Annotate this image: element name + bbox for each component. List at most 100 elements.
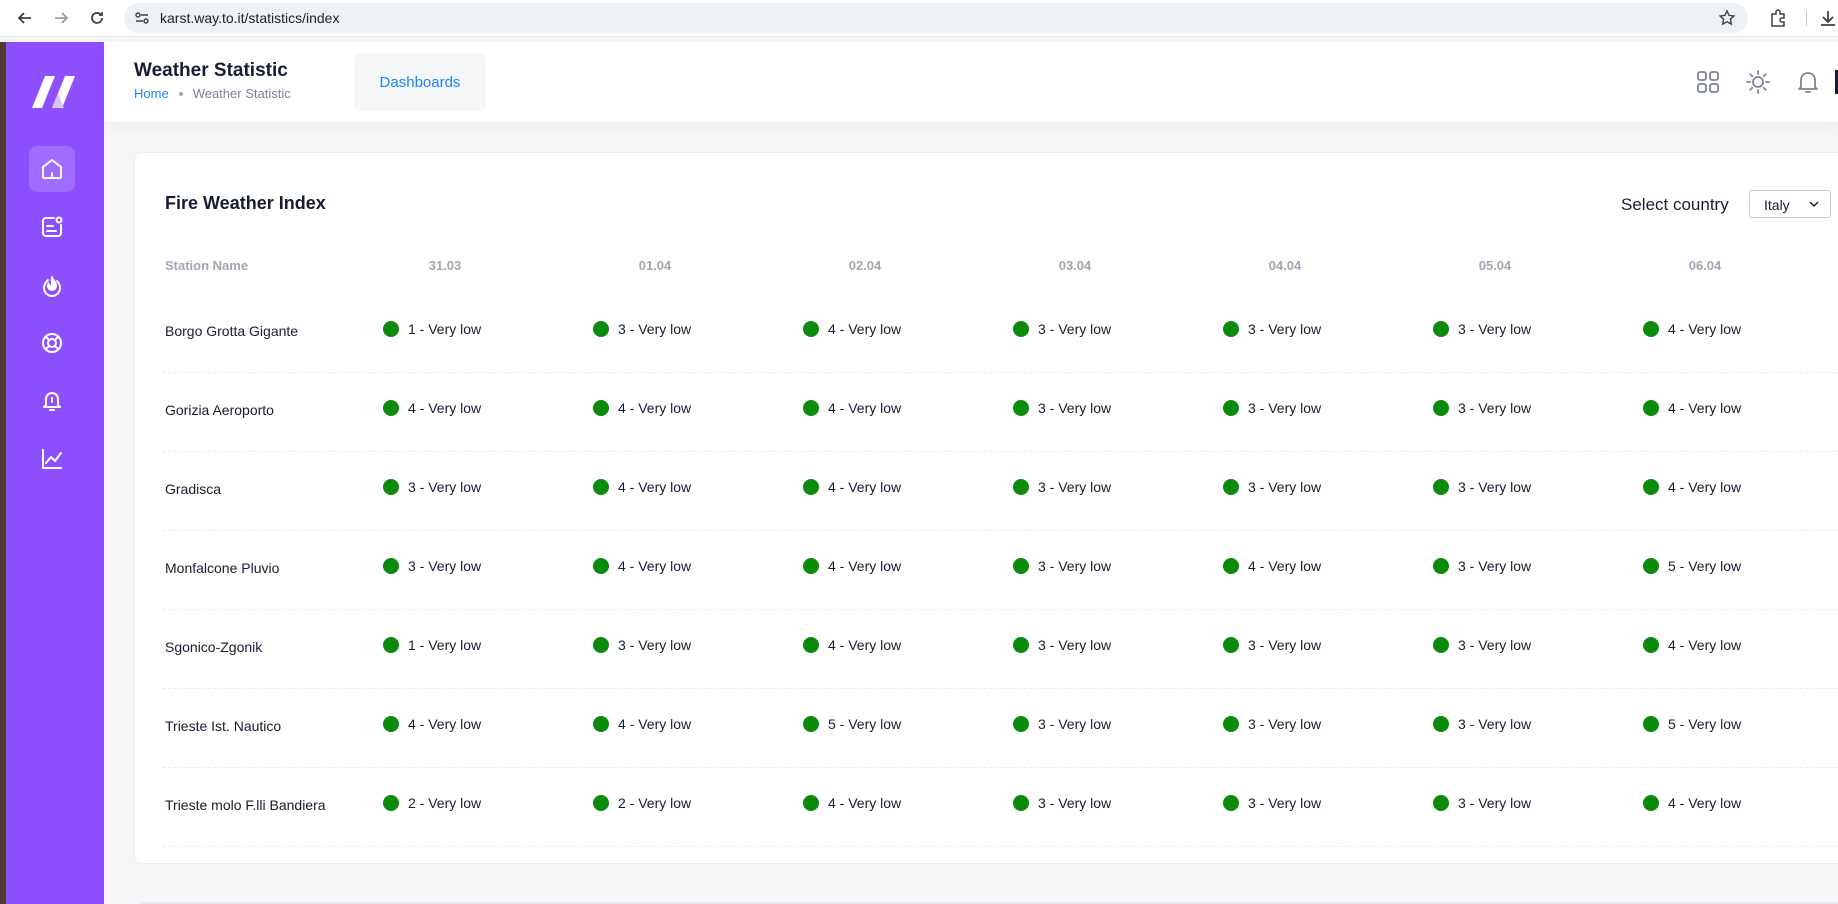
status-dot: [1013, 400, 1029, 416]
status-dot: [383, 716, 399, 732]
fwi-cell: 4 - Very low: [1643, 637, 1741, 653]
sidebar-item-statistics[interactable]: [29, 436, 75, 482]
status-dot: [1223, 400, 1239, 416]
fwi-cell: 1 - Very low: [383, 321, 481, 337]
fwi-cell: 4 - Very low: [383, 400, 481, 416]
fwi-value: 5 - Very low: [828, 716, 902, 732]
status-dot: [1013, 321, 1029, 337]
fwi-cell: 4 - Very low: [593, 716, 691, 732]
sidebar-item-support[interactable]: [29, 320, 75, 366]
sun-icon[interactable]: [1744, 68, 1772, 96]
fwi-cell: 3 - Very low: [1223, 716, 1321, 732]
fwi-value: 3 - Very low: [1458, 321, 1532, 337]
table-row: Sgonico-Zgonik 1 - Very low 3 - Very low 4 …: [163, 609, 1838, 689]
fire-weather-card: Fire Weather Index Select country Italy …: [134, 152, 1838, 864]
status-dot: [1433, 321, 1449, 337]
fwi-cell: 3 - Very low: [1433, 558, 1531, 574]
status-dot: [383, 479, 399, 495]
fwi-cell: 3 - Very low: [1223, 479, 1321, 495]
station-name: Trieste Ist. Nautico: [165, 718, 282, 734]
status-dot: [803, 558, 819, 574]
fwi-cell: 3 - Very low: [1223, 637, 1321, 653]
fwi-value: 3 - Very low: [1458, 558, 1532, 574]
status-dot: [593, 716, 609, 732]
status-dot: [1013, 479, 1029, 495]
fwi-value: 3 - Very low: [1458, 637, 1532, 653]
fwi-value: 4 - Very low: [618, 479, 692, 495]
fwi-value: 3 - Very low: [1248, 479, 1322, 495]
app-logo[interactable]: [30, 72, 78, 112]
status-dot: [803, 400, 819, 416]
fwi-cell: 3 - Very low: [1433, 321, 1531, 337]
status-dot: [1223, 716, 1239, 732]
country-select[interactable]: Italy: [1749, 190, 1831, 218]
fwi-cell: 3 - Very low: [1013, 637, 1111, 653]
sidebar-item-board[interactable]: [29, 204, 75, 250]
fwi-cell: 2 - Very low: [593, 795, 691, 811]
fwi-cell: 3 - Very low: [1223, 321, 1321, 337]
fwi-cell: 3 - Very low: [383, 558, 481, 574]
fwi-cell: 3 - Very low: [1013, 479, 1111, 495]
status-dot: [1433, 558, 1449, 574]
status-dot: [593, 400, 609, 416]
fwi-cell: 5 - Very low: [1643, 558, 1741, 574]
sidebar-item-fire[interactable]: [29, 262, 75, 308]
column-header-station: Station Name: [165, 258, 249, 273]
fwi-value: 3 - Very low: [1458, 479, 1532, 495]
address-bar[interactable]: karst.way.to.it/statistics/index: [124, 3, 1748, 33]
status-dot: [1223, 479, 1239, 495]
sidebar-item-alerts[interactable]: [29, 378, 75, 424]
fwi-value: 1 - Very low: [408, 637, 482, 653]
fwi-cell: 3 - Very low: [1433, 479, 1531, 495]
column-header-date: 06.04: [1688, 258, 1722, 273]
fwi-cell: 3 - Very low: [1223, 795, 1321, 811]
page-header: Weather Statistic Home Weather Statistic …: [104, 42, 1838, 122]
card-title: Fire Weather Index: [165, 193, 326, 213]
station-name: Borgo Grotta Gigante: [165, 323, 299, 339]
fwi-cell: 4 - Very low: [803, 321, 901, 337]
fwi-cell: 3 - Very low: [1433, 795, 1531, 811]
download-icon[interactable]: [1818, 8, 1838, 28]
station-name: Gradisca: [165, 481, 222, 497]
fwi-value: 4 - Very low: [828, 321, 902, 337]
star-icon[interactable]: [1718, 9, 1736, 27]
reload-icon[interactable]: [85, 6, 109, 30]
fwi-value: 3 - Very low: [1038, 716, 1112, 732]
fwi-cell: 5 - Very low: [1643, 716, 1741, 732]
status-dot: [1433, 716, 1449, 732]
status-dot: [1013, 795, 1029, 811]
fwi-value: 3 - Very low: [408, 558, 482, 574]
home-icon: [42, 159, 62, 179]
fwi-value: 4 - Very low: [618, 716, 692, 732]
chevron-down-icon: [1809, 201, 1819, 208]
page-title: Weather Statistic: [134, 60, 288, 81]
fwi-cell: 3 - Very low: [1013, 795, 1111, 811]
forward-arrow-icon[interactable]: [49, 6, 73, 30]
status-dot: [383, 400, 399, 416]
bell-icon[interactable]: [1794, 68, 1822, 96]
dashboards-button[interactable]: Dashboards: [354, 53, 486, 111]
fwi-cell: 4 - Very low: [593, 400, 691, 416]
status-dot: [593, 637, 609, 653]
status-dot: [593, 795, 609, 811]
select-country-label: Select country: [1621, 195, 1729, 214]
status-dot: [803, 795, 819, 811]
site-info-icon[interactable]: [134, 10, 150, 26]
fwi-value: 4 - Very low: [828, 558, 902, 574]
sidebar-item-home[interactable]: [29, 146, 75, 192]
extensions-icon[interactable]: [1768, 8, 1788, 28]
url-text[interactable]: karst.way.to.it/statistics/index: [160, 10, 339, 26]
table-row: Monfalcone Pluvio 3 - Very low 4 - Very lo…: [163, 530, 1838, 610]
back-arrow-icon[interactable]: [13, 6, 37, 30]
grid-icon[interactable]: [1694, 68, 1722, 96]
fwi-value: 4 - Very low: [1668, 321, 1742, 337]
status-dot: [383, 795, 399, 811]
column-header-date: 05.04: [1478, 258, 1512, 273]
fwi-cell: 4 - Very low: [803, 558, 901, 574]
status-dot: [383, 558, 399, 574]
fwi-cell: 4 - Very low: [803, 637, 901, 653]
fwi-value: 4 - Very low: [618, 558, 692, 574]
breadcrumb-home-link[interactable]: Home: [134, 86, 169, 101]
fwi-cell: 4 - Very low: [383, 716, 481, 732]
fwi-value: 3 - Very low: [1248, 637, 1322, 653]
